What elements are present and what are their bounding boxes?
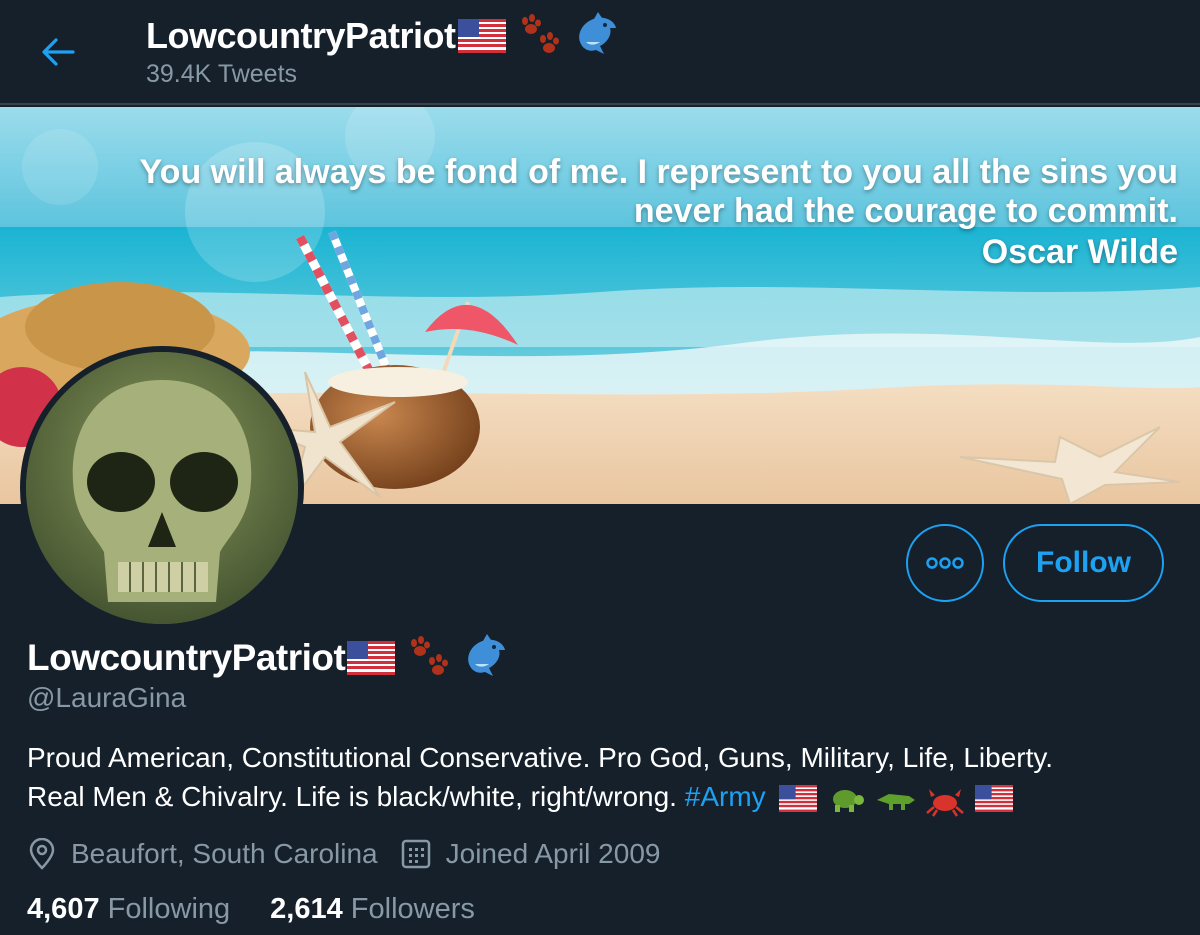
- crocodile-icon: [875, 784, 915, 814]
- back-button[interactable]: [36, 30, 80, 74]
- tweets-count: 39.4K Tweets: [146, 60, 298, 88]
- flag-us-icon: [779, 785, 818, 813]
- header-title: LowcountryPatriot: [146, 12, 620, 60]
- paw-prints-icon: [397, 635, 451, 681]
- profile-handle: @LauraGina: [27, 682, 187, 713]
- bio-line-1: Proud American, Constitutional Conservat…: [27, 742, 1054, 773]
- quote-author: Oscar Wilde: [981, 233, 1178, 271]
- more-options-button[interactable]: [906, 524, 984, 602]
- quote-line-1: You will always be fond of me. I represe…: [139, 153, 1178, 191]
- joined-item: Joined April 2009: [400, 838, 661, 870]
- profile-header: LowcountryPatriot 39.4K Tweets: [0, 0, 1200, 105]
- joined-text: Joined April 2009: [445, 838, 661, 869]
- arrow-left-icon: [42, 38, 75, 66]
- dolphin-icon: [453, 634, 509, 682]
- more-options-icon: [926, 557, 964, 569]
- follow-button[interactable]: Follow: [1003, 524, 1164, 602]
- paw-prints-icon: [508, 13, 562, 59]
- hashtag-link[interactable]: #Army: [685, 781, 766, 812]
- avatar[interactable]: [20, 346, 304, 630]
- profile-stats: 4,607 Following 2,614 Followers: [27, 893, 515, 926]
- display-name-text: LowcountryPatriot: [27, 637, 346, 678]
- profile-meta: Beaufort, South Carolina Joined April 20…: [27, 834, 682, 874]
- profile-bio: Proud American, Constitutional Conservat…: [27, 738, 1187, 817]
- location-item: Beaufort, South Carolina: [27, 838, 378, 870]
- turtle-icon: [827, 784, 865, 814]
- following-link[interactable]: 4,607 Following: [27, 893, 230, 926]
- flag-us-icon: [347, 641, 396, 675]
- location-text: Beaufort, South Carolina: [71, 838, 378, 869]
- followers-label: Followers: [350, 893, 475, 925]
- quote-line-2: never had the courage to commit.: [633, 192, 1178, 230]
- banner-quote: You will always be fond of me. I represe…: [38, 153, 1178, 272]
- following-label: Following: [107, 893, 231, 925]
- calendar-icon: [401, 839, 430, 869]
- location-pin-icon: [29, 838, 55, 870]
- profile-display-name: LowcountryPatriot: [27, 634, 509, 682]
- header-display-name: LowcountryPatriot: [146, 15, 456, 56]
- following-count: 4,607: [27, 893, 100, 925]
- flag-us-icon: [974, 785, 1013, 813]
- bio-line-2: Real Men & Chivalry. Life is black/white…: [27, 781, 677, 812]
- flag-us-icon: [457, 19, 506, 53]
- dolphin-icon: [564, 12, 620, 60]
- skull-avatar-image: [26, 352, 298, 624]
- followers-count: 2,614: [270, 893, 343, 925]
- crab-icon: [925, 781, 965, 817]
- followers-link[interactable]: 2,614 Followers: [270, 893, 475, 926]
